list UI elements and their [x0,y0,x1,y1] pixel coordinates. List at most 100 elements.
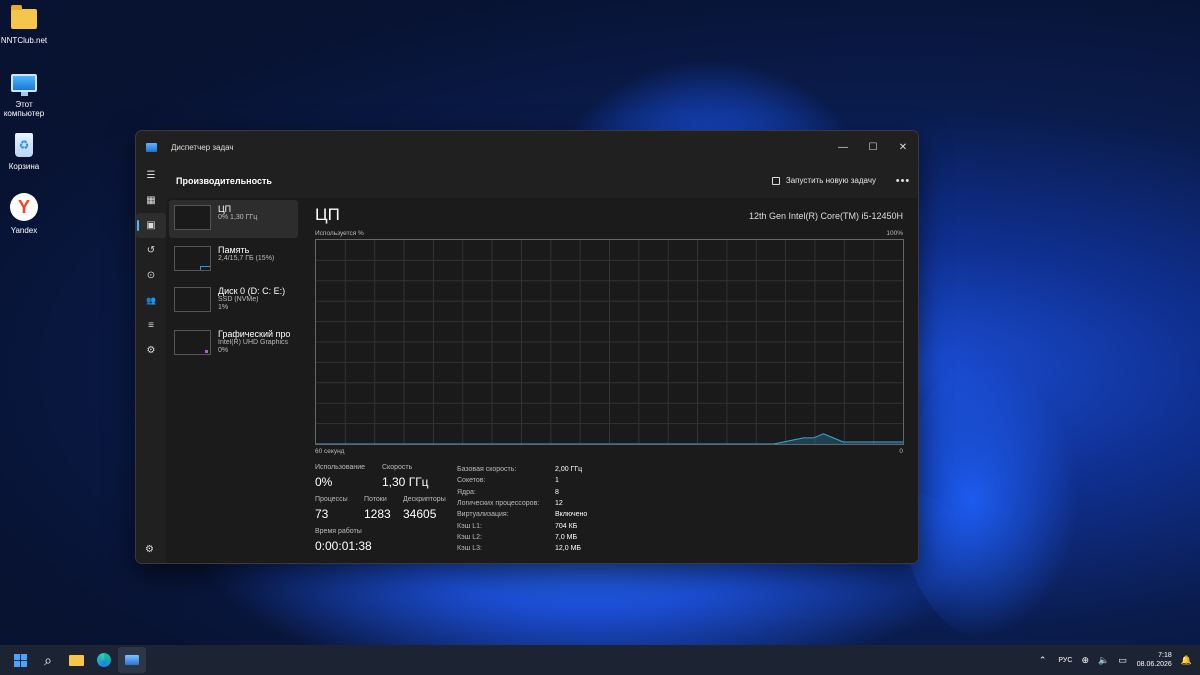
menu-icon: ☰ [146,170,156,181]
info-value: 12,0 МБ [555,545,581,553]
memory-mini-graph [174,246,211,271]
run-new-task-label: Запустить новую задачу [785,176,876,185]
resource-item-gpu[interactable]: Графический про Intel(R) UHD Graphics 0% [169,325,298,365]
settings-button[interactable]: ⚙ [145,544,154,555]
search-button[interactable]: ⌕ [34,647,62,673]
header-bar: Производительность Запустить новую задач… [166,163,918,198]
task-manager-window: Диспетчер задач — ☐ ✕ ☰ ▦ ▣ ↺ ⊙ 👥 ≡ ⚙ ⚙ … [135,130,919,564]
battery-icon[interactable]: ▭ [1118,655,1127,666]
edge-button[interactable] [90,647,118,673]
info-row: Логических процессоров: 12 [457,498,587,509]
computer-icon [10,70,38,96]
stat-label: Потоки [364,496,387,503]
stat-value: 34605 [403,507,437,521]
stat-label: Использование [315,464,366,471]
graph-label-top-right: 100% [886,230,903,237]
edge-icon [97,653,111,667]
language-indicator[interactable]: РУС [1058,657,1072,664]
resource-item-cpu[interactable]: ЦП 0% 1,30 ГГц [169,200,298,238]
close-button[interactable]: ✕ [888,136,918,158]
graph-label-bottom-right: 0 [899,448,903,455]
recycle-bin-icon: ♻ [10,132,38,158]
resource-usage: 1% [218,304,229,312]
resource-usage: 0% [218,347,229,355]
network-icon[interactable]: ⊕ [1081,655,1089,666]
title-bar[interactable]: Диспетчер задач — ☐ ✕ [136,131,918,163]
stat-value: 0% [315,475,333,489]
info-key: Кэш L2: [457,533,482,541]
desktop-icon-yandex[interactable]: Y Yandex [0,192,48,235]
task-manager-taskbar-button[interactable] [118,647,146,673]
info-row: Кэш L2: 7,0 МБ [457,532,587,543]
maximize-button[interactable]: ☐ [858,136,888,158]
gear-icon: ⚙ [145,544,154,555]
speaker-icon[interactable]: 🔈 [1098,655,1109,666]
desktop-icon-label: NNTClub.net [0,36,48,45]
desktop-icon-this-pc[interactable]: Этот компьютер [0,70,48,118]
processes-icon: ▦ [146,195,156,206]
resource-item-memory[interactable]: Память 2,4/15,7 ГБ (15%) [169,241,298,279]
info-key: Виртуализация: [457,511,509,519]
hamburger-menu-button[interactable]: ☰ [136,163,166,188]
info-key: Сокетов: [457,477,486,485]
resource-name: ЦП [218,204,232,214]
info-row: Кэш L1: 704 КБ [457,520,587,531]
wallpaper-bloom [900,360,1080,640]
start-button[interactable] [6,647,34,673]
desktop-icon-recycle-bin[interactable]: ♻ Корзина [0,132,48,171]
stat-value: 73 [315,507,329,521]
notification-bell-icon[interactable]: 🔔 [1181,655,1192,666]
task-manager-icon [146,142,157,152]
resource-detail: Intel(R) UHD Graphics [218,339,289,347]
info-row: Базовая скорость: 2,00 ГГц [457,464,587,475]
more-options-button[interactable]: ••• [888,175,918,187]
resource-detail: SSD (NVMe) [218,296,259,304]
chevron-up-icon[interactable]: ⌃ [1039,655,1047,666]
resource-item-disk[interactable]: Диск 0 (D: C: E:) SSD (NVMe) 1% [169,282,298,322]
desktop-icon-nntclub[interactable]: NNTClub.net [0,5,48,45]
info-value: 2,00 ГГц [555,466,583,474]
nav-processes[interactable]: ▦ [136,188,166,213]
run-new-task-button[interactable]: Запустить новую задачу [771,176,876,185]
details-icon: ≡ [148,320,154,331]
disk-mini-graph [174,287,211,312]
info-key: Ядра: [457,488,476,496]
minimize-button[interactable]: — [828,136,858,158]
nav-app-history[interactable]: ↺ [136,238,166,263]
nav-startup-apps[interactable]: ⊙ [136,263,166,288]
cpu-mini-graph [174,205,211,230]
windows-logo-icon [13,653,27,667]
gpu-mini-graph [174,330,211,355]
resource-detail: 2,4/15,7 ГБ (15%) [218,255,275,263]
left-navigation: ☰ ▦ ▣ ↺ ⊙ 👥 ≡ ⚙ ⚙ [136,163,166,563]
desktop-icon-label: Yandex [10,226,38,235]
stat-value: 0:00:01:38 [315,539,372,553]
info-key: Кэш L1: [457,522,482,530]
nav-users[interactable]: 👥 [136,288,166,313]
nav-performance[interactable]: ▣ [136,213,166,238]
stat-value: 1,30 ГГц [382,475,429,489]
stat-label: Скорость [382,464,413,471]
info-row: Ядра: 8 [457,487,587,498]
resource-name: Память [218,245,250,255]
stat-label: Процессы [315,496,348,503]
nav-services[interactable]: ⚙ [136,338,166,363]
info-row: Сокетов: 1 [457,475,587,486]
info-key: Логических процессоров: [457,500,540,508]
nav-details[interactable]: ≡ [136,313,166,338]
file-explorer-button[interactable] [62,647,90,673]
stat-label: Время работы [315,528,362,535]
graph-label-bottom-left: 60 секунд [315,448,345,455]
resource-name: Графический про [218,329,291,339]
cpu-panel: ЦП 12th Gen Intel(R) Core(TM) i5-12450H … [315,200,904,563]
info-row: Кэш L3: 12,0 МБ [457,543,587,554]
users-icon: 👥 [146,296,156,305]
info-key: Кэш L3: [457,545,482,553]
stat-label: Дескрипторы [403,496,446,503]
clock[interactable]: 7:18 08.06.2026 [1137,651,1172,670]
task-manager-icon [125,655,139,665]
performance-icon: ▣ [146,220,156,231]
stat-processes: Процессы 73 [315,496,348,521]
stat-usage: Использование 0% [315,464,365,489]
taskbar: ⌕ ⌃ РУС ⊕ 🔈 ▭ 7:18 08.06.2026 🔔 [0,645,1200,675]
